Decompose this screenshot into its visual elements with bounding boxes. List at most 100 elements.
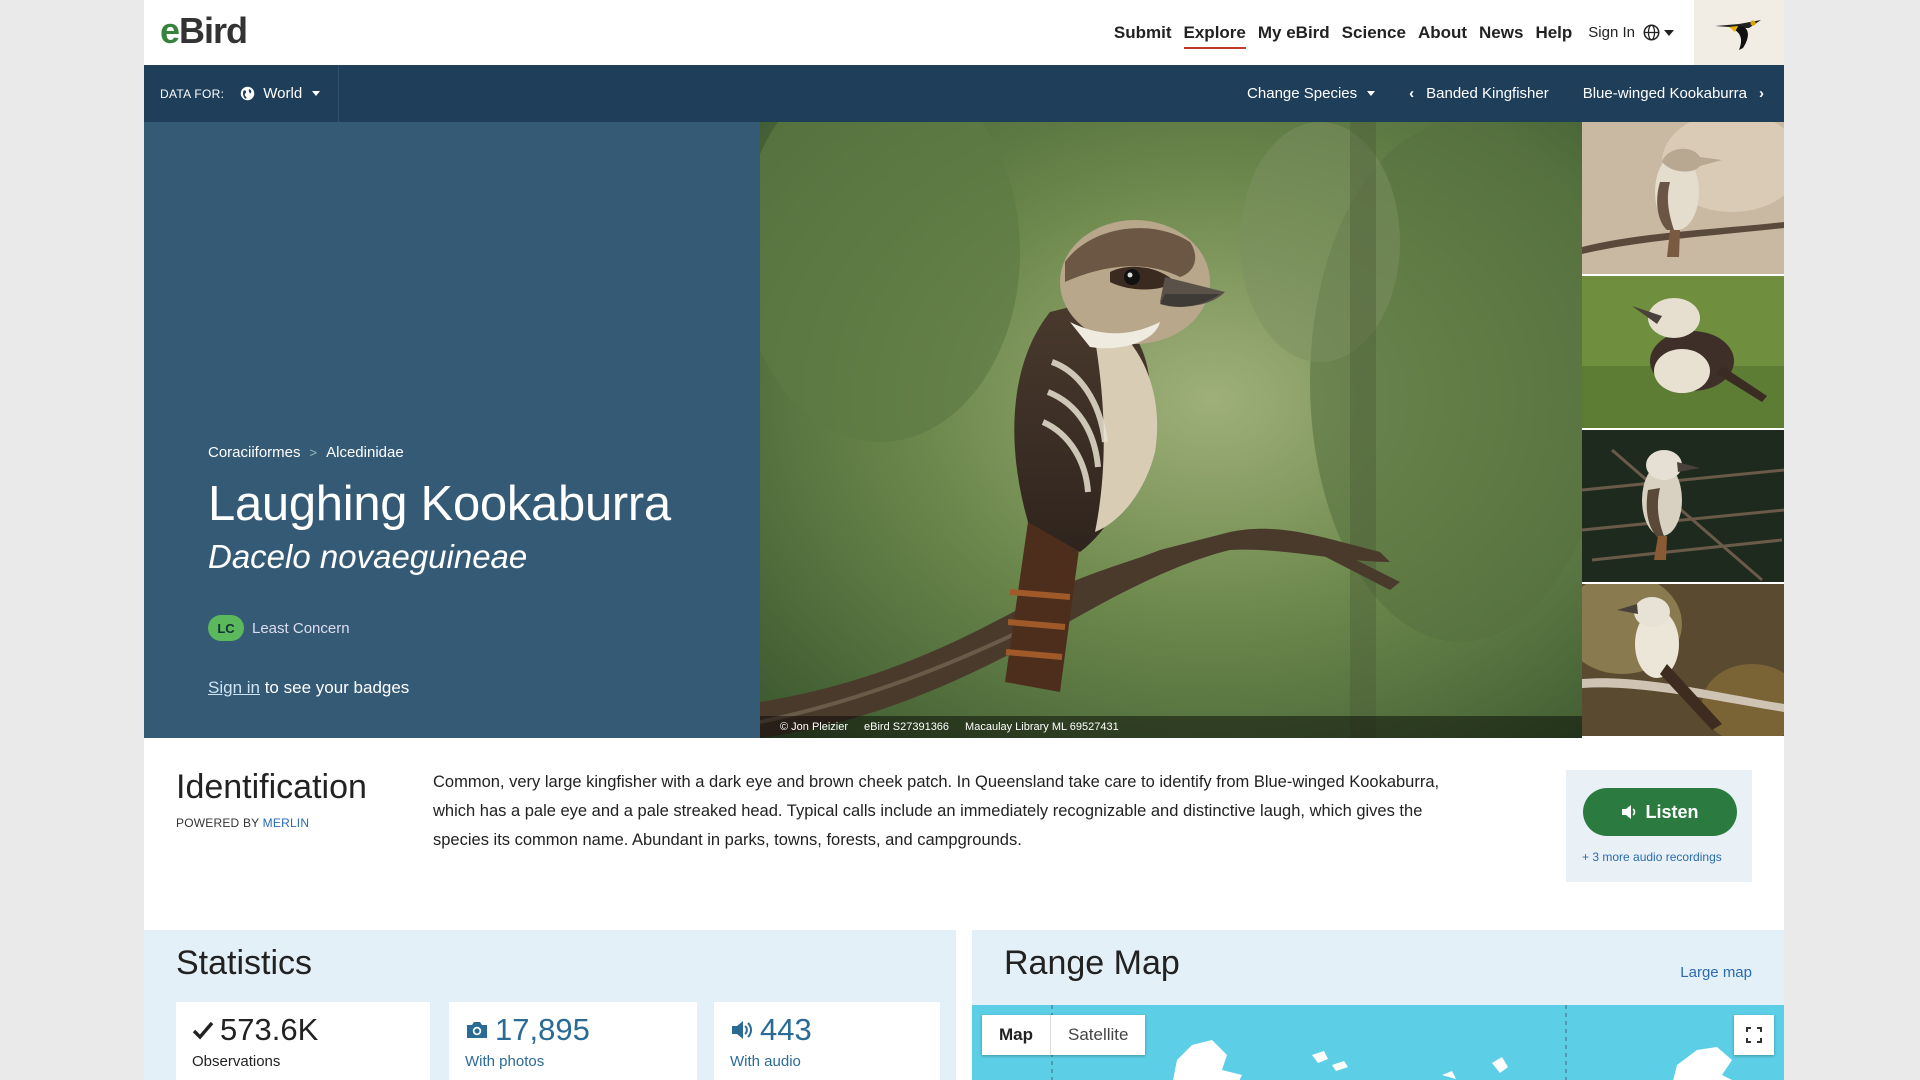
ebird-logo[interactable]: eBird bbox=[160, 10, 248, 52]
identification-section: Identification POWERED BY MERLIN Common,… bbox=[144, 738, 1784, 908]
map-tab-satellite[interactable]: Satellite bbox=[1050, 1015, 1146, 1055]
breadcrumb-family[interactable]: Alcedinidae bbox=[326, 444, 404, 461]
sign-in-label: Sign In bbox=[1588, 24, 1635, 41]
observations-card[interactable]: 573.6K Observations bbox=[176, 1002, 430, 1080]
thumbnail-1-image bbox=[1582, 122, 1784, 274]
region-selector[interactable]: World bbox=[240, 65, 340, 122]
change-species-label: Change Species bbox=[1247, 85, 1358, 102]
conservation-status[interactable]: LC Least Concern bbox=[208, 615, 350, 641]
sign-in-link[interactable]: Sign In bbox=[1588, 24, 1674, 41]
status-badge: LC bbox=[208, 615, 244, 641]
next-species-link[interactable]: Blue-winged Kookaburra › bbox=[1583, 85, 1764, 102]
thumbnail-2-image bbox=[1582, 276, 1784, 428]
nav-news[interactable]: News bbox=[1479, 0, 1523, 65]
audio-value-row: 443 bbox=[730, 1012, 812, 1048]
site-header: eBird Submit Explore My eBird Science Ab… bbox=[144, 0, 1784, 65]
observations-value-row: 573.6K bbox=[192, 1012, 318, 1048]
powered-by-merlin: POWERED BY MERLIN bbox=[176, 816, 309, 830]
main-nav: Submit Explore My eBird Science About Ne… bbox=[1102, 0, 1674, 65]
nav-science[interactable]: Science bbox=[1342, 0, 1406, 65]
change-species-dropdown[interactable]: Change Species bbox=[1247, 85, 1376, 102]
language-caret-icon[interactable] bbox=[1664, 29, 1674, 36]
merlin-link[interactable]: MERLIN bbox=[263, 816, 310, 830]
map-tab-map[interactable]: Map bbox=[982, 1015, 1050, 1055]
data-for-label: DATA FOR: bbox=[160, 86, 225, 101]
data-for-bar: DATA FOR: World Change Species ‹ Banded … bbox=[144, 65, 1784, 122]
world-globe-icon bbox=[241, 86, 255, 101]
range-map-title: Range Map bbox=[1004, 944, 1180, 982]
status-label: Least Concern bbox=[252, 619, 350, 637]
species-navigation: Change Species ‹ Banded Kingfisher Blue-… bbox=[1213, 65, 1764, 122]
region-label: World bbox=[263, 85, 303, 102]
next-species-label: Blue-winged Kookaburra bbox=[1582, 85, 1747, 102]
nav-submit[interactable]: Submit bbox=[1114, 0, 1172, 65]
nav-my-ebird[interactable]: My eBird bbox=[1258, 0, 1330, 65]
powered-by-label: POWERED BY bbox=[176, 816, 263, 830]
nav-help[interactable]: Help bbox=[1535, 0, 1572, 65]
fullscreen-icon bbox=[1746, 1027, 1762, 1043]
audio-card[interactable]: 443 With audio bbox=[714, 1002, 940, 1080]
listen-button[interactable]: Listen bbox=[1583, 788, 1737, 836]
thumbnail-1[interactable] bbox=[1582, 122, 1784, 274]
identification-description: Common, very large kingfisher with a dar… bbox=[433, 773, 1440, 849]
map-type-tabs: Map Satellite bbox=[982, 1015, 1146, 1055]
badges-sign-in-link[interactable]: Sign in bbox=[208, 678, 260, 697]
photos-label: With photos bbox=[465, 1053, 545, 1070]
more-audio-link[interactable]: + 3 more audio recordings bbox=[1582, 850, 1722, 864]
checkmark-icon bbox=[192, 1020, 214, 1040]
region-caret-icon bbox=[312, 91, 321, 96]
badges-prompt: Sign in to see your badges bbox=[208, 678, 409, 698]
range-map-section: Range Map Large map Map Satellite bbox=[972, 930, 1784, 1080]
camera-icon bbox=[465, 1020, 489, 1040]
breadcrumb-separator-icon: > bbox=[309, 445, 318, 460]
observations-label: Observations bbox=[192, 1053, 281, 1070]
photos-card[interactable]: 17,895 With photos bbox=[449, 1002, 697, 1080]
logo-e: e bbox=[160, 10, 180, 51]
globe-icon[interactable] bbox=[1643, 24, 1660, 41]
speaker-icon bbox=[1622, 805, 1636, 819]
photo-thumbnails bbox=[1582, 122, 1784, 738]
thumbnail-4[interactable] bbox=[1582, 584, 1784, 736]
statistics-title: Statistics bbox=[176, 944, 313, 982]
large-map-link[interactable]: Large map bbox=[1680, 964, 1752, 981]
audio-panel: Listen + 3 more audio recordings bbox=[1566, 770, 1752, 882]
change-species-caret-icon bbox=[1367, 91, 1376, 96]
nav-explore[interactable]: Explore bbox=[1183, 0, 1247, 65]
photo-library-id[interactable]: Macaulay Library ML 69527431 bbox=[965, 721, 1119, 733]
badges-text: to see your badges bbox=[259, 678, 410, 697]
photo-checklist[interactable]: eBird S27391366 bbox=[864, 721, 949, 733]
logo-bird: Bird bbox=[179, 10, 248, 51]
kookaburra-photo-image bbox=[760, 122, 1582, 738]
cornell-lab-logo[interactable] bbox=[1694, 0, 1784, 65]
thumbnail-4-image bbox=[1582, 584, 1784, 736]
observations-value: 573.6K bbox=[220, 1012, 319, 1047]
previous-species-label: Banded Kingfisher bbox=[1426, 85, 1549, 102]
thumbnail-3[interactable] bbox=[1582, 430, 1784, 582]
thumbnail-2[interactable] bbox=[1582, 276, 1784, 428]
chevron-left-icon: ‹ bbox=[1409, 85, 1415, 102]
breadcrumb-order[interactable]: Coraciiformes bbox=[208, 444, 301, 461]
cornell-bird-icon bbox=[1715, 19, 1761, 50]
species-scientific-name: Dacelo novaeguineae bbox=[208, 538, 528, 575]
species-common-name: Laughing Kookaburra bbox=[208, 477, 671, 531]
species-header-panel: Coraciiformes > Alcedinidae Laughing Koo… bbox=[144, 122, 760, 738]
photos-value-row: 17,895 bbox=[465, 1012, 590, 1048]
main-species-photo[interactable]: © Jon Pleizier eBird S27391366 Macaulay … bbox=[760, 122, 1582, 738]
fullscreen-button[interactable] bbox=[1734, 1015, 1774, 1055]
identification-title: Identification bbox=[176, 768, 367, 806]
photos-value: 17,895 bbox=[495, 1012, 590, 1047]
range-map[interactable]: Map Satellite bbox=[972, 1005, 1784, 1080]
chevron-right-icon: › bbox=[1759, 85, 1764, 102]
audio-value: 443 bbox=[760, 1012, 812, 1047]
taxonomy-breadcrumb: Coraciiformes > Alcedinidae bbox=[208, 444, 404, 461]
statistics-section: Statistics 573.6K Observations 17,895 Wi… bbox=[144, 930, 956, 1080]
photo-credit: © Jon Pleizier eBird S27391366 Macaulay … bbox=[760, 716, 1582, 738]
audio-speaker-icon bbox=[730, 1019, 754, 1041]
photo-author: © Jon Pleizier bbox=[780, 721, 849, 733]
page: eBird Submit Explore My eBird Science Ab… bbox=[144, 0, 1784, 1080]
listen-label: Listen bbox=[1645, 801, 1699, 822]
previous-species-link[interactable]: ‹ Banded Kingfisher bbox=[1409, 85, 1549, 102]
nav-about[interactable]: About bbox=[1418, 0, 1467, 65]
thumbnail-3-image bbox=[1582, 430, 1784, 582]
species-hero: Coraciiformes > Alcedinidae Laughing Koo… bbox=[144, 122, 1784, 738]
